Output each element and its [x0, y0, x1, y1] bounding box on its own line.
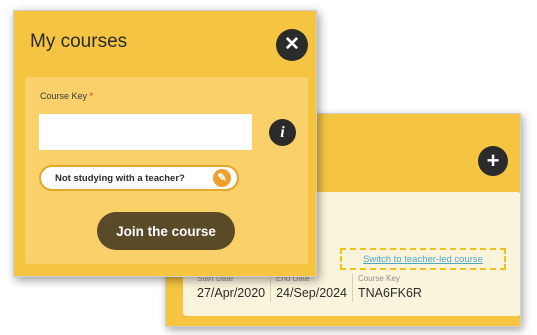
close-icon[interactable]: ✕ [276, 29, 308, 61]
end-date-column: End Date 24/Sep/2024 [271, 274, 354, 302]
course-key-detail-label: Course Key [358, 274, 400, 283]
course-key-column: Course Key TNA6FK6R [353, 274, 427, 302]
join-course-button[interactable]: Join the course [97, 212, 235, 250]
course-key-label-text: Course Key [40, 91, 88, 101]
not-studying-with-teacher-button[interactable]: Not studying with a teacher? ✎ [39, 165, 239, 191]
switch-to-teacher-led-link[interactable]: Switch to teacher-led course [363, 254, 483, 265]
wrench-icon: ✎ [213, 169, 231, 187]
info-icon[interactable]: i [269, 119, 296, 146]
course-details-row: Start Date 27/Apr/2020 End Date 24/Sep/2… [192, 274, 427, 302]
modal-title: My courses [30, 31, 128, 52]
required-marker: * [89, 91, 94, 101]
course-key-detail-value: TNA6FK6R [358, 286, 422, 300]
start-date-column: Start Date 27/Apr/2020 [192, 274, 272, 302]
my-courses-modal: My courses ✕ Course Key * i Not studying… [13, 10, 317, 277]
not-studying-label: Not studying with a teacher? [55, 172, 185, 184]
course-key-input[interactable] [39, 114, 252, 150]
join-course-form: Course Key * i Not studying with a teach… [25, 77, 308, 264]
start-date-value: 27/Apr/2020 [197, 286, 266, 300]
end-date-value: 24/Sep/2024 [276, 286, 348, 300]
plus-icon[interactable]: + [478, 146, 508, 176]
course-key-label: Course Key * [40, 91, 93, 101]
switch-link-highlight: Switch to teacher-led course [340, 248, 506, 270]
